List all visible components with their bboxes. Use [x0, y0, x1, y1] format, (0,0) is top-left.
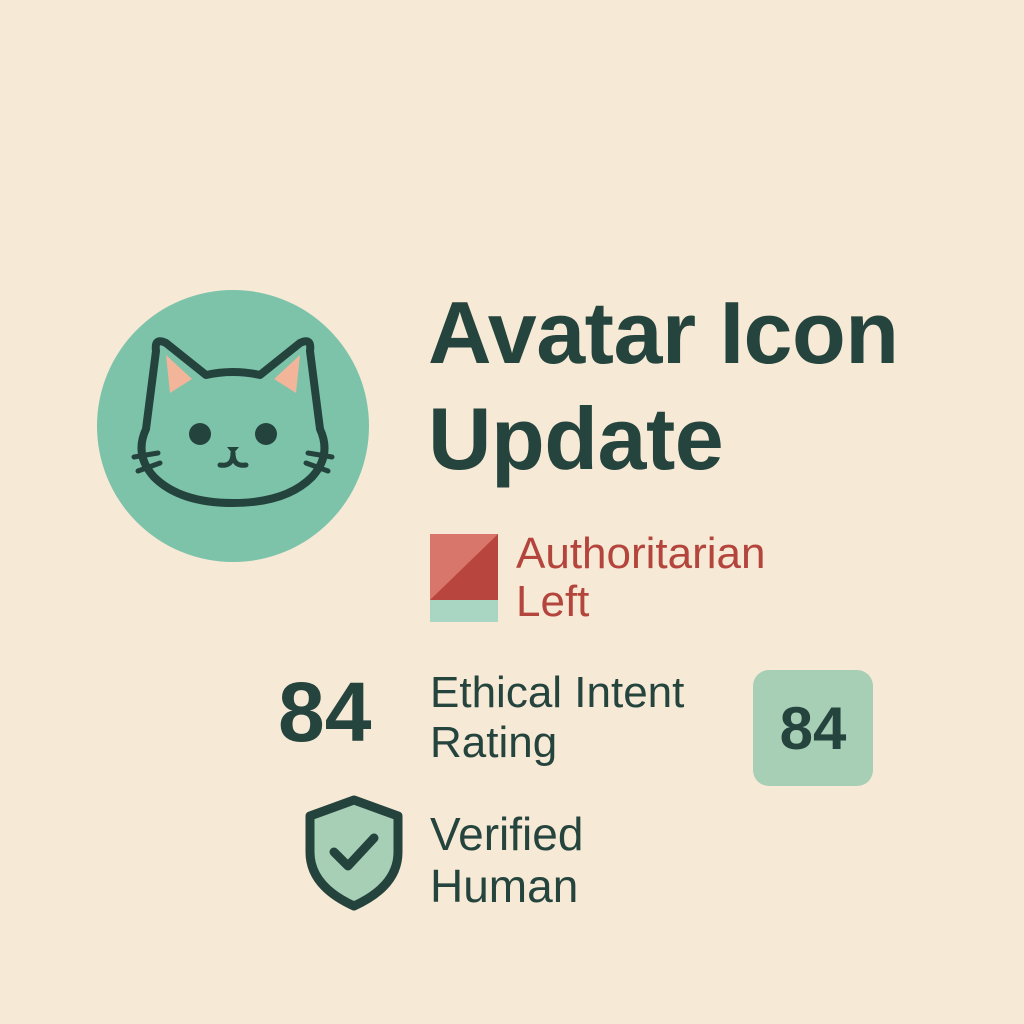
shield-check-icon	[302, 794, 406, 912]
rating-label-line-1: Ethical Intent	[430, 668, 685, 717]
title-line-1: Avatar Icon	[428, 283, 899, 382]
alignment-line-2: Left	[516, 577, 590, 626]
verified-line-2: Human	[430, 860, 579, 912]
alignment-label: Authoritarian Left	[516, 530, 765, 626]
alignment-line-1: Authoritarian	[516, 529, 766, 578]
political-compass-flag-icon	[430, 534, 498, 622]
page-title: Avatar Icon Update	[428, 280, 899, 492]
cat-face-icon	[97, 290, 369, 562]
avatar	[96, 289, 370, 563]
verified-line-1: Verified	[430, 808, 584, 860]
ethical-intent-score: 84	[278, 665, 372, 759]
rating-label-line-2: Rating	[430, 718, 558, 767]
title-line-2: Update	[428, 389, 724, 488]
verified-human-label: Verified Human	[430, 808, 583, 912]
ethical-intent-label: Ethical Intent Rating	[430, 668, 684, 768]
score-badge: 84	[753, 670, 873, 786]
